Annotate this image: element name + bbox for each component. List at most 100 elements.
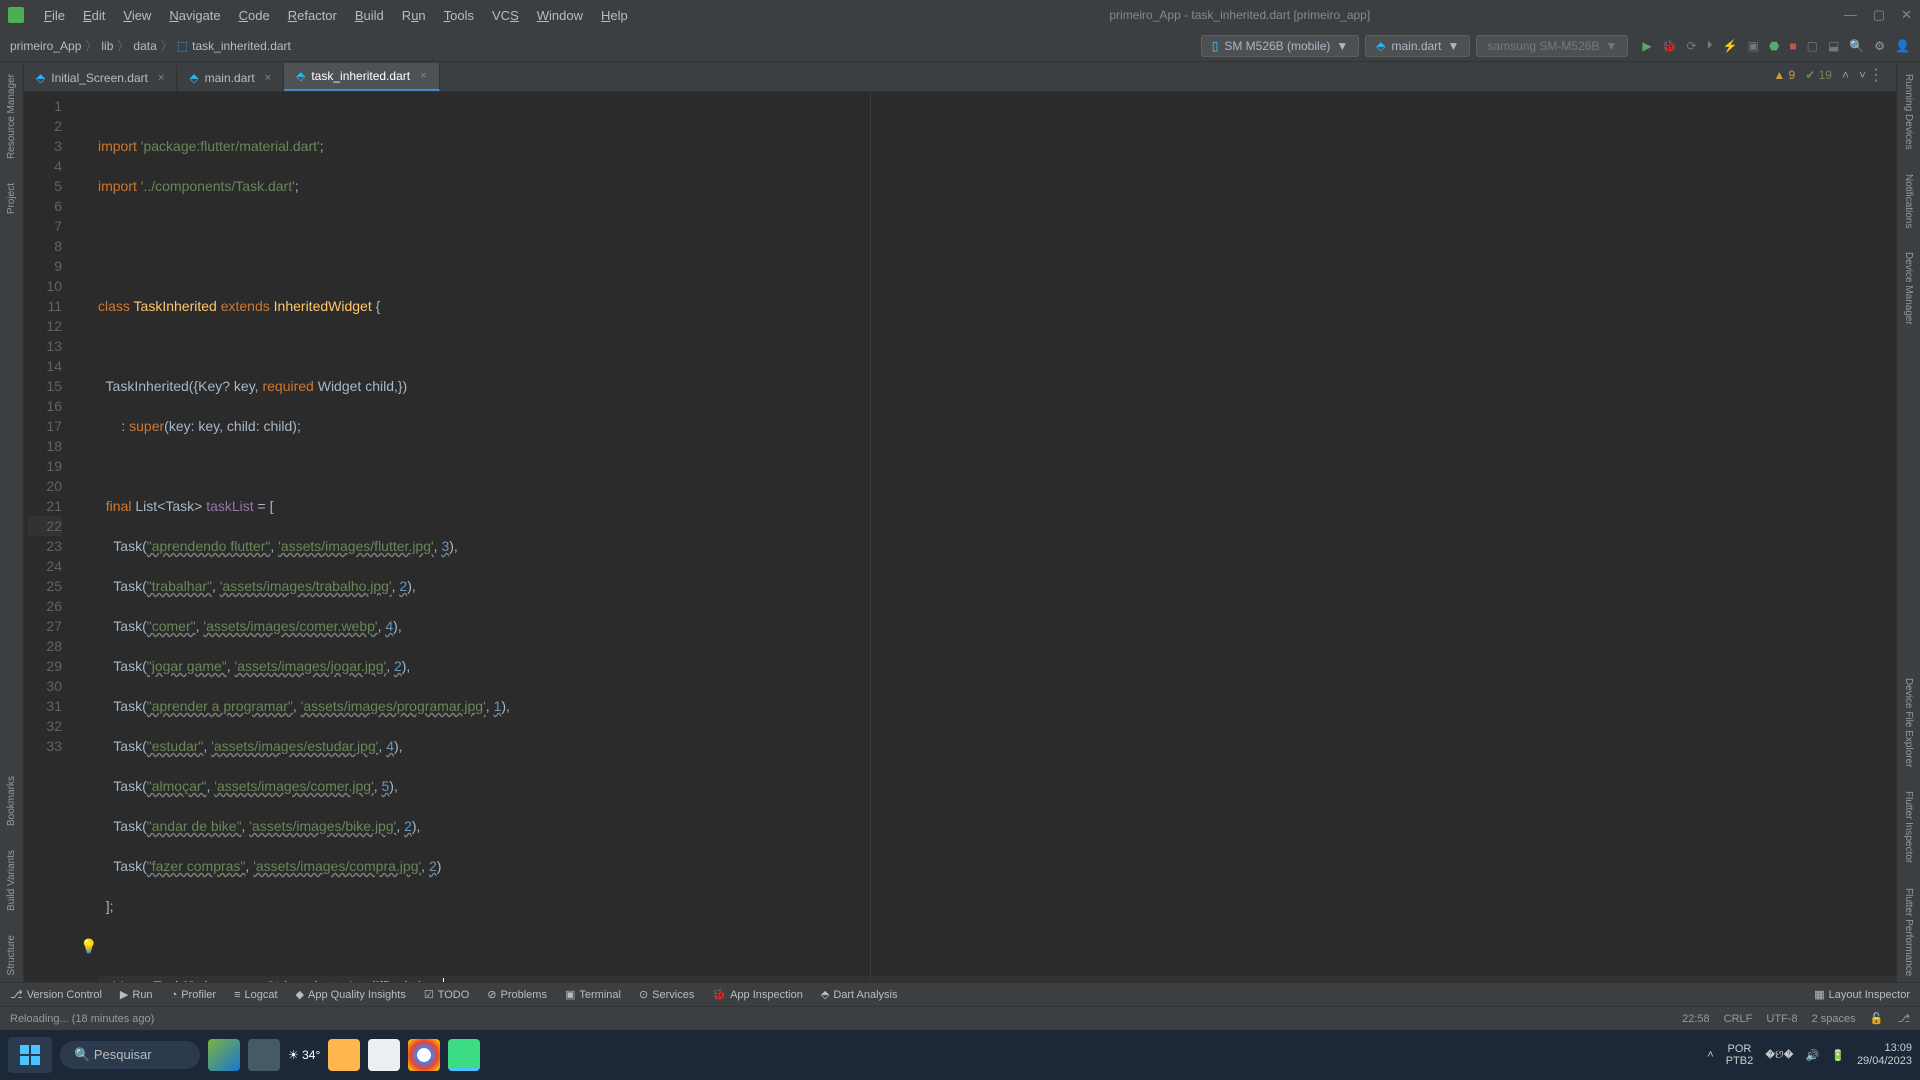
breadcrumb: primeiro_App〉 lib〉 data〉 ⬚ task_inherite… bbox=[10, 37, 291, 54]
app-explorer[interactable] bbox=[328, 1039, 360, 1071]
menu-view[interactable]: View bbox=[115, 6, 159, 25]
menu-help[interactable]: Help bbox=[593, 6, 636, 25]
tool-structure[interactable]: Structure bbox=[6, 929, 17, 982]
tool-running-devices[interactable]: Running Devices bbox=[1903, 68, 1914, 156]
status-indent[interactable]: 2 spaces bbox=[1812, 1013, 1856, 1025]
avd-icon[interactable]: ▢ bbox=[1807, 39, 1818, 53]
code[interactable]: import 'package:flutter/material.dart'; … bbox=[94, 92, 1896, 982]
stop-icon[interactable]: ■ bbox=[1789, 39, 1796, 53]
right-toolbar: Running Devices Notifications Device Man… bbox=[1896, 62, 1920, 982]
menu-build[interactable]: Build bbox=[347, 6, 392, 25]
tool-run[interactable]: ▶ Run bbox=[120, 988, 153, 1001]
device-selector[interactable]: ▯SM M526B (mobile)▼ bbox=[1201, 35, 1360, 57]
main-menu: File Edit View Navigate Code Refactor Bu… bbox=[36, 6, 636, 25]
window-title: primeiro_App - task_inherited.dart [prim… bbox=[636, 8, 1844, 22]
tool-services[interactable]: ⊙ Services bbox=[639, 988, 694, 1001]
close-tab-icon[interactable]: × bbox=[420, 70, 426, 82]
system-tray[interactable]: ˄ PORPTB2 �છ� 🔊 🔋 13:0929/04/2023 bbox=[1707, 1042, 1912, 1068]
tool-dart-analysis[interactable]: ⬘ Dart Analysis bbox=[821, 988, 898, 1001]
tool-build-variants[interactable]: Build Variants bbox=[6, 844, 17, 917]
crumb-lib[interactable]: lib bbox=[101, 39, 113, 53]
close-tab-icon[interactable]: × bbox=[158, 72, 164, 84]
target-selector[interactable]: samsung SM-M526B▼ bbox=[1476, 35, 1628, 57]
sdk-icon[interactable]: ⬓ bbox=[1828, 39, 1839, 53]
weather-widget[interactable]: ☀ 34° bbox=[288, 1048, 320, 1062]
close-icon[interactable]: ✕ bbox=[1901, 7, 1912, 23]
profile-icon[interactable]: ⏵ bbox=[1707, 38, 1713, 53]
app-landscape[interactable] bbox=[208, 1039, 240, 1071]
tool-flutter-inspector[interactable]: Flutter Inspector bbox=[1903, 785, 1914, 869]
branch-icon[interactable]: ⎇ bbox=[1897, 1012, 1910, 1025]
hot-reload-icon[interactable]: ⚡ bbox=[1723, 39, 1738, 53]
app-store[interactable] bbox=[368, 1039, 400, 1071]
os-taskbar: 🔍 Pesquisar ☀ 34° ˄ PORPTB2 �છ� 🔊 🔋 13:0… bbox=[0, 1030, 1920, 1080]
wifi-icon[interactable]: �છ� bbox=[1765, 1049, 1793, 1062]
editor: ⬘Initial_Screen.dart× ⬘main.dart× ⬘task_… bbox=[24, 62, 1896, 982]
battery-icon[interactable]: 🔋 bbox=[1831, 1049, 1845, 1062]
app-task-view[interactable] bbox=[248, 1039, 280, 1071]
navbar: primeiro_App〉 lib〉 data〉 ⬚ task_inherite… bbox=[0, 30, 1920, 62]
os-search[interactable]: 🔍 Pesquisar bbox=[60, 1041, 200, 1069]
readonly-icon[interactable]: 🔓 bbox=[1870, 1012, 1884, 1025]
tool-device-file-explorer[interactable]: Device File Explorer bbox=[1903, 672, 1914, 773]
tool-logcat[interactable]: ≡ Logcat bbox=[234, 989, 277, 1001]
menu-vcs[interactable]: VCS bbox=[484, 6, 527, 25]
app-android-studio[interactable] bbox=[448, 1039, 480, 1071]
menu-refactor[interactable]: Refactor bbox=[280, 6, 345, 25]
statusbar: Reloading... (18 minutes ago) 22:58 CRLF… bbox=[0, 1006, 1920, 1030]
run-icon[interactable]: ▶ bbox=[1642, 39, 1651, 53]
menu-window[interactable]: Window bbox=[529, 6, 591, 25]
app-chrome[interactable] bbox=[408, 1039, 440, 1071]
menu-tools[interactable]: Tools bbox=[436, 6, 482, 25]
tool-device-manager[interactable]: Device Manager bbox=[1903, 246, 1914, 331]
account-icon[interactable]: 👤 bbox=[1895, 39, 1910, 53]
menu-file[interactable]: File bbox=[36, 6, 73, 25]
tool-resource-manager[interactable]: Resource Manager bbox=[6, 68, 17, 165]
tool-notifications[interactable]: Notifications bbox=[1903, 168, 1914, 234]
android-icon[interactable]: ⬣ bbox=[1769, 39, 1779, 53]
clock[interactable]: 13:0929/04/2023 bbox=[1857, 1042, 1912, 1068]
debug-icon[interactable]: 🐞 bbox=[1662, 39, 1677, 53]
status-message: Reloading... (18 minutes ago) bbox=[10, 1013, 154, 1025]
attach-icon[interactable]: ▣ bbox=[1748, 39, 1759, 53]
crumb-project[interactable]: primeiro_App bbox=[10, 39, 81, 53]
status-encoding[interactable]: UTF-8 bbox=[1766, 1013, 1797, 1025]
menu-navigate[interactable]: Navigate bbox=[161, 6, 228, 25]
tab-main[interactable]: ⬘main.dart× bbox=[177, 65, 284, 91]
status-line-sep[interactable]: CRLF bbox=[1724, 1013, 1753, 1025]
close-tab-icon[interactable]: × bbox=[265, 72, 271, 84]
settings-icon[interactable]: ⚙ bbox=[1874, 39, 1885, 53]
tool-todo[interactable]: ☑ TODO bbox=[424, 988, 469, 1001]
menu-code[interactable]: Code bbox=[231, 6, 278, 25]
editor-tabs: ⬘Initial_Screen.dart× ⬘main.dart× ⬘task_… bbox=[24, 62, 1896, 92]
code-area[interactable]: 1234567891011121314151617181920212223242… bbox=[24, 92, 1896, 982]
menu-edit[interactable]: Edit bbox=[75, 6, 113, 25]
tool-layout-inspector[interactable]: ▦ Layout Inspector bbox=[1814, 988, 1910, 1001]
tab-task-inherited[interactable]: ⬘task_inherited.dart× bbox=[284, 63, 439, 91]
tool-version-control[interactable]: ⎇ Version Control bbox=[10, 988, 102, 1001]
minimize-icon[interactable]: — bbox=[1844, 7, 1857, 23]
crumb-data[interactable]: data bbox=[133, 39, 156, 53]
tool-profiler[interactable]: ◔ Profiler bbox=[171, 989, 217, 1001]
inspections-widget[interactable]: ▲ 9 ✔ 19 ˄˅ bbox=[1773, 68, 1866, 82]
tray-chevron-icon[interactable]: ˄ bbox=[1707, 1049, 1713, 1061]
run-config-selector[interactable]: ⬘main.dart▼ bbox=[1365, 35, 1470, 57]
volume-icon[interactable]: 🔊 bbox=[1806, 1049, 1820, 1062]
tool-project[interactable]: Project bbox=[6, 177, 17, 220]
tool-app-inspection[interactable]: 🐞 App Inspection bbox=[712, 988, 802, 1001]
maximize-icon[interactable]: ▢ bbox=[1873, 7, 1885, 23]
start-button[interactable] bbox=[8, 1037, 52, 1073]
tool-bookmarks[interactable]: Bookmarks bbox=[6, 770, 17, 832]
menu-run[interactable]: Run bbox=[394, 6, 434, 25]
search-icon[interactable]: 🔍 bbox=[1849, 39, 1864, 53]
tool-flutter-performance[interactable]: Flutter Performance bbox=[1903, 882, 1914, 982]
gutter: 1234567891011121314151617181920212223242… bbox=[24, 92, 80, 982]
tab-initial-screen[interactable]: ⬘Initial_Screen.dart× bbox=[24, 65, 177, 91]
tool-terminal[interactable]: ▣ Terminal bbox=[565, 988, 621, 1001]
crumb-file[interactable]: task_inherited.dart bbox=[192, 39, 291, 53]
tool-app-quality[interactable]: ◆ App Quality Insights bbox=[296, 988, 406, 1001]
status-position[interactable]: 22:58 bbox=[1682, 1013, 1710, 1025]
titlebar: File Edit View Navigate Code Refactor Bu… bbox=[0, 0, 1920, 30]
coverage-icon[interactable]: ⟳ bbox=[1687, 39, 1697, 53]
tool-problems[interactable]: ⊘ Problems bbox=[487, 988, 547, 1001]
